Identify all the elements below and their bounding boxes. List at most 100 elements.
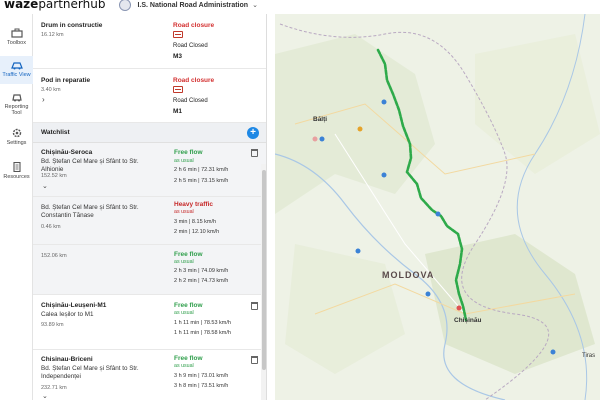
alert-card[interactable]: Drum in constructie 16.12 km Road closur… (33, 14, 266, 69)
map-marker[interactable] (381, 99, 387, 105)
alert-status: Road Closed (173, 98, 208, 104)
city-label-balti: Bălți (313, 116, 328, 123)
add-watchlist-button[interactable]: + (247, 127, 259, 139)
watchlist-item-route: Bd. Ștefan Cel Mare și Sfânt to Str. Ind… (41, 365, 139, 380)
watchlist-item-route: Calea Ieșilor to M1 (41, 311, 94, 318)
org-name: I.S. National Road Administration (137, 1, 249, 9)
rail-item-settings[interactable]: Settings (0, 128, 33, 152)
watchlist-item-historic: 2 h 2 min | 74.73 km/h (174, 278, 229, 284)
watchlist-item-status: Free flow (174, 251, 203, 258)
alert-type: Road closure (173, 77, 215, 84)
chevron-down-icon[interactable]: ⌄ (42, 182, 48, 190)
map-marker[interactable] (312, 136, 318, 142)
watchlist-item[interactable]: Bd. Ștefan Cel Mare și Sfânt to Str. Con… (33, 197, 266, 245)
rail-label-toolbox: Toolbox (7, 40, 26, 46)
watchlist-item-route: Bd. Ștefan Cel Mare și Sfânt to Str. Alh… (41, 158, 139, 173)
alert-type: Road closure (173, 22, 215, 29)
watchlist-item-usual: as usual (174, 363, 194, 369)
panel-scrollbar[interactable] (261, 164, 266, 400)
watchlist-item-distance: 93.89 km (41, 322, 64, 328)
map-marker[interactable] (319, 136, 325, 142)
alert-title: Drum in constructie (41, 22, 103, 29)
watchlist-item[interactable]: Chisinau-Briceni Bd. Ștefan Cel Mare și … (33, 350, 266, 400)
rail-item-resources[interactable]: Resources (0, 162, 33, 186)
watchlist-item-status: Free flow (174, 355, 203, 362)
city-label-chisinau: Chișinău (454, 317, 482, 324)
scrollbar-thumb[interactable] (262, 170, 266, 370)
watchlist-item-title: Chișinău-Leușeni-M1 (41, 302, 107, 309)
map-marker[interactable] (456, 305, 462, 311)
watchlist-item-distance: 152.52 km (41, 173, 67, 179)
watchlist-item-title: Chisinau-Briceni (41, 356, 93, 363)
map-marker[interactable] (381, 172, 387, 178)
rail-label-reporting-tool: Reporting Tool (4, 104, 29, 116)
rail-label-traffic-view: Traffic View (2, 72, 31, 78)
alert-distance: 16.12 km (41, 32, 64, 38)
watchlist-item-usual: as usual (174, 310, 194, 316)
watchlist-item-current: 1 h 11 min | 78.53 km/h (174, 320, 231, 326)
watchlist-item-distance: 152.06 km (41, 253, 67, 259)
traffic-view-icon (10, 62, 23, 70)
rail-label-settings: Settings (6, 140, 27, 146)
logo-bold: waze (4, 0, 39, 11)
watchlist-title: Watchlist (41, 129, 70, 136)
rail-item-traffic-view[interactable]: Traffic View (0, 56, 33, 84)
watchlist-item-status: Free flow (174, 302, 203, 309)
watchlist-item-title: Chișinău-Seroca (41, 149, 93, 156)
watchlist-item-historic: 2 min | 12.10 km/h (174, 229, 220, 235)
watchlist-item-historic: 1 h 11 min | 78.58 km/h (174, 330, 231, 336)
watchlist-item[interactable]: Chișinău-Seroca Bd. Ștefan Cel Mare și S… (33, 143, 266, 197)
rail-label-resources: Resources (3, 174, 30, 180)
watchlist-item-current: 3 h 9 min | 73.01 km/h (174, 373, 229, 379)
org-selector[interactable]: I.S. National Road Administration ⌄ (119, 0, 258, 11)
map-marker[interactable] (425, 291, 431, 297)
map-marker[interactable] (550, 349, 556, 355)
alert-distance: 3.40 km (41, 87, 61, 93)
delete-icon[interactable] (251, 149, 258, 157)
watchlist-item-status: Heavy traffic (174, 201, 214, 208)
top-bar: wazepartnerhub I.S. National Road Admini… (0, 0, 600, 14)
map-canvas (275, 14, 600, 400)
toolbox-icon (10, 28, 23, 38)
map-view[interactable]: Bălți MOLDOVA Chișinău Tiras (275, 14, 600, 400)
map-marker[interactable] (355, 248, 361, 254)
map-marker[interactable] (435, 211, 441, 217)
road-closed-sign-icon (173, 86, 183, 93)
watchlist-item-historic: 2 h 5 min | 73.15 km/h (174, 178, 229, 184)
reporting-tool-icon (11, 94, 22, 102)
watchlist-item-route: Bd. Ștefan Cel Mare și Sfânt to Str. Con… (41, 204, 139, 219)
app-logo[interactable]: wazepartnerhub (4, 0, 105, 10)
delete-icon[interactable] (251, 302, 258, 310)
alert-road: M1 (173, 108, 183, 115)
alert-status: Road Closed (173, 43, 208, 49)
watchlist-item[interactable]: Chișinău-Leușeni-M1 Calea Ieșilor to M1 … (33, 295, 266, 350)
rail-item-reporting-tool[interactable]: Reporting Tool (0, 90, 33, 120)
alert-road: M3 (173, 53, 183, 60)
watchlist-item-distance: 0.46 km (41, 224, 61, 230)
alert-title: Pod in reparatie (41, 77, 91, 84)
watchlist-item-usual: as usual (174, 259, 194, 265)
city-label-tiras: Tiras (582, 353, 596, 359)
chevron-down-icon[interactable]: ⌄ (42, 392, 48, 400)
chevron-right-icon[interactable]: › (42, 95, 45, 104)
watchlist-header: Watchlist + (33, 123, 266, 143)
watchlist-item-current: 2 h 3 min | 74.09 km/h (174, 268, 229, 274)
alert-card[interactable]: Pod in reparatie 3.40 km › Road closure … (33, 69, 266, 123)
watchlist-item-distance: 232.71 km (41, 385, 67, 391)
map-marker[interactable] (357, 126, 363, 132)
chevron-down-icon: ⌄ (252, 2, 258, 9)
watchlist-item-usual: as usual (174, 158, 194, 164)
watchlist-item-usual: as usual (174, 209, 194, 215)
delete-icon[interactable] (251, 356, 258, 364)
org-seal-icon (119, 0, 132, 11)
watchlist-item-historic: 3 h 8 min | 73.51 km/h (174, 383, 229, 389)
country-label: MOLDOVA (382, 270, 435, 280)
resources-icon (12, 162, 21, 172)
nav-rail: Toolbox Traffic View Reporting Tool Sett… (0, 14, 33, 400)
logo-light: partnerhub (38, 0, 106, 11)
traffic-panel: Drum in constructie 16.12 km Road closur… (33, 14, 267, 400)
road-closed-sign-icon (173, 31, 183, 38)
watchlist-item-status: Free flow (174, 149, 203, 156)
rail-item-toolbox[interactable]: Toolbox (0, 24, 33, 54)
watchlist-item[interactable]: 152.06 km Free flow as usual 2 h 3 min |… (33, 245, 266, 295)
